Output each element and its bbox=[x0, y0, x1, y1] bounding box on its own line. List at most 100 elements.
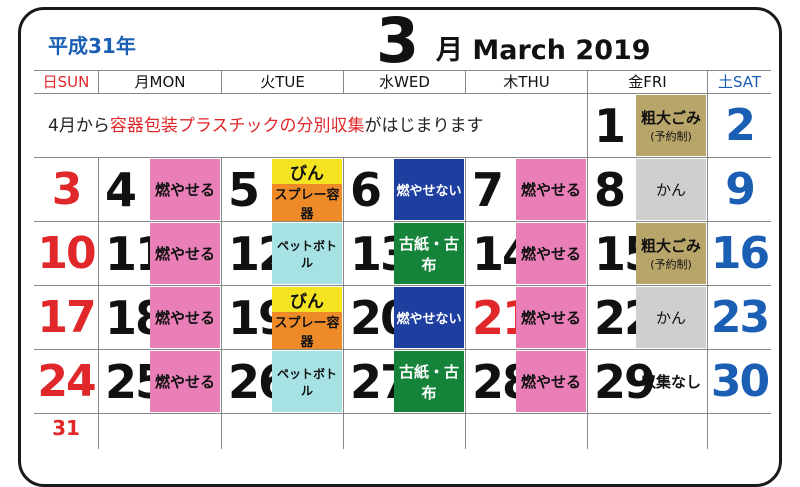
day-number: 17 bbox=[37, 292, 96, 343]
day-number: 4 bbox=[105, 163, 137, 217]
day-number: 23 bbox=[710, 292, 770, 343]
tag-label: 燃やせる bbox=[154, 309, 215, 327]
day-number: 6 bbox=[350, 163, 382, 217]
tag-label: 粗大ごみ bbox=[640, 237, 701, 255]
burnable-tag: 燃やせる bbox=[150, 223, 220, 284]
day-number: 9 bbox=[725, 164, 756, 215]
day-cell[interactable]: 27 古紙・古布 bbox=[344, 350, 466, 413]
tag-label: びん bbox=[272, 287, 342, 312]
empty-cell bbox=[466, 414, 588, 449]
day-cell[interactable]: 29 収集なし bbox=[588, 350, 708, 413]
tag-label: 古紙・古布 bbox=[398, 234, 459, 274]
tag-label: ペットボトル bbox=[276, 366, 337, 398]
empty-cell bbox=[588, 414, 708, 449]
tag-label: かん bbox=[655, 181, 686, 199]
notice-text: 4月から容器包装プラスチックの分別収集がはじまります bbox=[48, 94, 484, 157]
can-tag: かん bbox=[636, 287, 706, 348]
tag-note: (予約制) bbox=[650, 258, 692, 271]
day-cell[interactable]: 5 びん スプレー容器 bbox=[222, 158, 344, 221]
bin-spray-tag: びん スプレー容器 bbox=[272, 159, 342, 221]
tag-note: (予約制) bbox=[650, 130, 692, 143]
tag-label: びん bbox=[272, 159, 342, 184]
tag-label: スプレー容器 bbox=[272, 184, 342, 221]
day-number: 24 bbox=[37, 356, 96, 407]
burnable-tag: 燃やせる bbox=[516, 159, 586, 220]
day-cell[interactable]: 24 bbox=[34, 350, 99, 413]
tag-label: 収集なし bbox=[640, 373, 701, 391]
day-cell[interactable]: 30 bbox=[708, 350, 771, 413]
day-number: 16 bbox=[710, 228, 770, 279]
bin-spray-tag: びん スプレー容器 bbox=[272, 287, 342, 349]
day-cell[interactable]: 25 燃やせる bbox=[99, 350, 222, 413]
bulky-waste-tag: 粗大ごみ (予約制) bbox=[636, 95, 706, 156]
day-cell[interactable]: 4 燃やせる bbox=[99, 158, 222, 221]
paper-cloth-tag: 古紙・古布 bbox=[394, 351, 464, 412]
empty-cell bbox=[222, 414, 344, 449]
week-row: 24 25 燃やせる 26 ペットボトル 27 古紙・古布 28 燃やせる 29… bbox=[34, 349, 771, 413]
tag-label: 燃やせる bbox=[520, 245, 581, 263]
burnable-tag: 燃やせる bbox=[516, 223, 586, 284]
day-cell[interactable]: 10 bbox=[34, 222, 99, 285]
can-tag: かん bbox=[636, 159, 706, 220]
burnable-tag: 燃やせる bbox=[516, 351, 586, 412]
tag-label: 燃やせる bbox=[154, 181, 215, 199]
empty-cell bbox=[708, 414, 771, 449]
day-number: 5 bbox=[228, 163, 260, 217]
weekday-wed: 水WED bbox=[344, 71, 466, 93]
tag-label: 燃やせる bbox=[154, 373, 215, 391]
month-number: 3 bbox=[376, 4, 420, 77]
day-cell[interactable]: 19 びん スプレー容器 bbox=[222, 286, 344, 349]
day-cell[interactable]: 22 かん bbox=[588, 286, 708, 349]
day-cell[interactable]: 31 bbox=[34, 414, 99, 449]
tag-label: ペットボトル bbox=[276, 238, 337, 270]
burnable-tag: 燃やせる bbox=[150, 159, 220, 220]
empty-cell bbox=[99, 414, 222, 449]
day-cell[interactable]: 1 粗大ごみ (予約制) bbox=[588, 94, 708, 157]
day-cell[interactable]: 14 燃やせる bbox=[466, 222, 588, 285]
day-cell[interactable]: 26 ペットボトル bbox=[222, 350, 344, 413]
notice-prefix: 4月から bbox=[48, 116, 110, 136]
tag-label: 粗大ごみ bbox=[640, 109, 701, 127]
calendar-grid: 日SUN 月MON 火TUE 水WED 木THU 金FRI 土SAT 4月から容… bbox=[34, 70, 771, 449]
day-cell[interactable]: 7 燃やせる bbox=[466, 158, 588, 221]
day-cell[interactable]: 20 燃やせない bbox=[344, 286, 466, 349]
day-number: 8 bbox=[594, 163, 626, 217]
day-number: 10 bbox=[37, 228, 96, 279]
day-cell[interactable]: 11 燃やせる bbox=[99, 222, 222, 285]
day-cell[interactable]: 23 bbox=[708, 286, 771, 349]
day-cell[interactable]: 18 燃やせる bbox=[99, 286, 222, 349]
non-burnable-tag: 燃やせない bbox=[394, 159, 464, 220]
tag-label: かん bbox=[655, 309, 686, 327]
tag-label: 燃やせる bbox=[520, 181, 581, 199]
day-cell[interactable]: 17 bbox=[34, 286, 99, 349]
day-number: 30 bbox=[710, 356, 770, 407]
day-cell[interactable]: 13 古紙・古布 bbox=[344, 222, 466, 285]
month-title: 月 March 2019 bbox=[436, 35, 651, 66]
non-burnable-tag: 燃やせない bbox=[394, 287, 464, 348]
day-number: 2 bbox=[725, 100, 756, 151]
day-cell[interactable]: 8 かん bbox=[588, 158, 708, 221]
paper-cloth-tag: 古紙・古布 bbox=[394, 223, 464, 284]
week-row: 4月から容器包装プラスチックの分別収集がはじまります 1 粗大ごみ (予約制) … bbox=[34, 93, 771, 157]
day-cell[interactable]: 12 ペットボトル bbox=[222, 222, 344, 285]
day-cell[interactable]: 6 燃やせない bbox=[344, 158, 466, 221]
weekday-thu: 木THU bbox=[466, 71, 588, 93]
notice-suffix: がはじまります bbox=[364, 116, 484, 136]
day-cell[interactable]: 9 bbox=[708, 158, 771, 221]
day-cell[interactable]: 28 燃やせる bbox=[466, 350, 588, 413]
tag-label: 燃やせる bbox=[520, 309, 581, 327]
day-cell[interactable]: 3 bbox=[34, 158, 99, 221]
week-row: 17 18 燃やせる 19 びん スプレー容器 20 燃やせない 21 燃やせる… bbox=[34, 285, 771, 349]
day-cell[interactable]: 21 燃やせる bbox=[466, 286, 588, 349]
day-number: 7 bbox=[472, 163, 504, 217]
tag-label: 燃やせる bbox=[520, 373, 581, 391]
week-row: 3 4 燃やせる 5 びん スプレー容器 6 燃やせない 7 燃やせる 8 かん… bbox=[34, 157, 771, 221]
pet-bottle-tag: ペットボトル bbox=[272, 223, 342, 284]
notice-cell: 4月から容器包装プラスチックの分別収集がはじまります bbox=[34, 94, 588, 157]
burnable-tag: 燃やせる bbox=[150, 351, 220, 412]
day-cell[interactable]: 16 bbox=[708, 222, 771, 285]
notice-highlight: 容器包装プラスチックの分別収集 bbox=[109, 116, 365, 136]
weekday-fri: 金FRI bbox=[588, 71, 708, 93]
day-cell[interactable]: 15 粗大ごみ (予約制) bbox=[588, 222, 708, 285]
day-cell[interactable]: 2 bbox=[708, 94, 771, 157]
